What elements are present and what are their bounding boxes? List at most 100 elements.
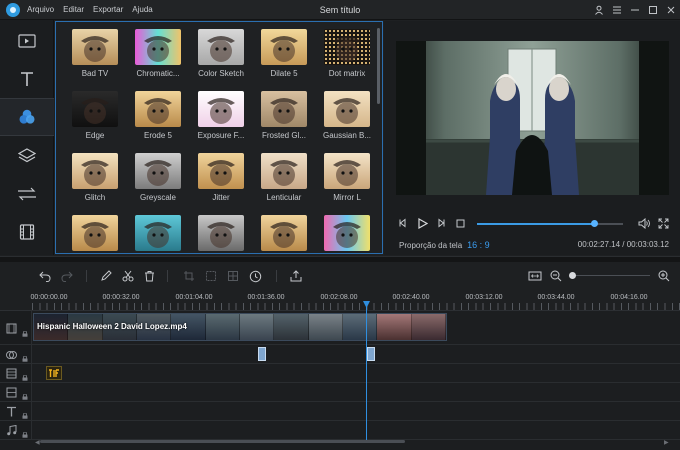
effect-label: Jitter	[212, 193, 230, 202]
effect-thumbnail	[261, 215, 307, 251]
transition-track	[0, 345, 680, 364]
volume-icon[interactable]	[638, 217, 650, 229]
overlay-clip[interactable]	[46, 366, 62, 380]
user-icon[interactable]	[590, 0, 608, 20]
scroll-right-icon[interactable]: ▶	[664, 439, 669, 446]
effect-label: Frosted Gl...	[261, 131, 306, 140]
lock-icon[interactable]	[22, 432, 28, 438]
effect-item[interactable]: Exposure F...	[192, 89, 255, 151]
lock-icon[interactable]	[22, 375, 28, 381]
effect-thumbnail	[72, 91, 118, 127]
effect-thumbnail	[135, 29, 181, 65]
zoom-out-icon[interactable]	[549, 269, 563, 283]
lock-icon[interactable]	[22, 356, 28, 362]
next-frame-icon[interactable]	[435, 217, 447, 229]
lock-icon[interactable]	[22, 394, 28, 400]
fit-icon[interactable]	[528, 269, 542, 283]
pen-icon[interactable]	[99, 269, 113, 283]
close-icon[interactable]	[662, 0, 680, 20]
timeline-scrollbar[interactable]	[40, 440, 405, 443]
crop-icon[interactable]	[182, 269, 196, 283]
film-tab[interactable]	[0, 213, 54, 251]
ruler-label: 00:00:00.00	[30, 294, 68, 301]
mosaic-icon[interactable]	[226, 269, 240, 283]
seek-handle[interactable]	[590, 220, 598, 227]
title-bar: Arquivo Editar Exportar Ajuda Sem título	[0, 0, 680, 20]
effect-item[interactable]: Greyscale	[129, 151, 192, 213]
prev-frame-icon[interactable]	[397, 217, 409, 229]
ruler-label: 00:01:04.00	[175, 294, 213, 301]
play-icon[interactable]	[416, 217, 428, 229]
video-clip[interactable]: Hispanic Halloween 2 David Lopez.mp4	[33, 313, 447, 341]
media-tab[interactable]	[0, 22, 54, 60]
effect-item[interactable]	[255, 213, 318, 253]
effect-item[interactable]: Chromatic...	[129, 27, 192, 89]
cut-icon[interactable]	[121, 269, 135, 283]
effect-item[interactable]: Glitch	[66, 151, 129, 213]
transition-marker[interactable]	[258, 347, 266, 361]
effect-label: Mirror L	[333, 193, 361, 202]
timeline-toolbar	[0, 262, 680, 290]
transition-marker[interactable]	[367, 347, 375, 361]
effect-item[interactable]	[129, 213, 192, 253]
fullscreen-icon[interactable]	[657, 217, 669, 229]
menu-arquivo[interactable]: Arquivo	[27, 5, 54, 14]
split-icon[interactable]	[204, 269, 218, 283]
effect-item[interactable]: Color Sketch	[192, 27, 255, 89]
delete-icon[interactable]	[142, 269, 156, 283]
scroll-left-icon[interactable]: ◀	[35, 439, 40, 446]
effect-label: Exposure F...	[197, 131, 245, 140]
window-controls	[590, 0, 680, 20]
share-icon[interactable]	[289, 269, 303, 283]
overlay-track-icon	[5, 367, 17, 379]
redo-icon[interactable]	[60, 269, 74, 283]
aspect-label: Proporção da tela	[399, 241, 463, 250]
transitions-tab[interactable]	[0, 175, 54, 213]
filter-track	[0, 383, 680, 402]
text-tab[interactable]	[0, 60, 54, 98]
effect-item[interactable]: Bad TV	[66, 27, 129, 89]
seek-bar[interactable]	[477, 220, 623, 227]
menu-ajuda[interactable]: Ajuda	[132, 5, 152, 14]
effects-grid: Bad TV Chromatic... Color Sketch Dilate 5 Do…	[66, 27, 371, 253]
undo-icon[interactable]	[38, 269, 52, 283]
effect-item[interactable]: Erode 5	[129, 89, 192, 151]
effect-item[interactable]: Dilate 5	[255, 27, 318, 89]
minimize-icon[interactable]	[626, 0, 644, 20]
toolbar-separator	[167, 270, 168, 282]
effect-item[interactable]: Lenticular	[255, 151, 318, 213]
filters-tab[interactable]	[0, 98, 54, 136]
aspect-value[interactable]: 16 : 9	[467, 240, 490, 250]
effect-thumbnail	[72, 153, 118, 189]
zoom-slider[interactable]	[573, 275, 650, 276]
effect-item[interactable]	[318, 213, 381, 253]
zoom-in-icon[interactable]	[657, 269, 671, 283]
effects-scrollbar[interactable]	[377, 28, 380, 104]
clip-title: Hispanic Halloween 2 David Lopez.mp4	[37, 322, 187, 331]
effect-item[interactable]: Gaussian B...	[318, 89, 381, 151]
effect-item[interactable]: Jitter	[192, 151, 255, 213]
effect-item[interactable]: Frosted Gl...	[255, 89, 318, 151]
zoom-handle[interactable]	[569, 272, 576, 279]
list-icon[interactable]	[608, 0, 626, 20]
effect-item[interactable]: Mirror L	[318, 151, 381, 213]
maximize-icon[interactable]	[644, 0, 662, 20]
effect-thumbnail	[135, 215, 181, 251]
clock-icon[interactable]	[248, 269, 262, 283]
video-preview[interactable]	[396, 41, 669, 195]
menu-editar[interactable]: Editar	[63, 5, 84, 14]
transitions-icon	[18, 187, 36, 201]
app-logo-icon	[6, 3, 20, 17]
effect-item[interactable]	[192, 213, 255, 253]
lock-icon[interactable]	[22, 413, 28, 419]
playhead[interactable]	[366, 301, 367, 441]
effect-item[interactable]	[66, 213, 129, 253]
ruler-label: 00:03:12.00	[465, 294, 503, 301]
lock-icon[interactable]	[22, 331, 28, 337]
effect-item[interactable]: Dot matrix	[318, 27, 381, 89]
stop-icon[interactable]	[454, 217, 466, 229]
overlay-tab[interactable]	[0, 137, 54, 175]
effect-item[interactable]: Edge	[66, 89, 129, 151]
time-ruler[interactable]: 00:00:00.00 00:00:32.00 00:01:04.00 00:01:3…	[0, 290, 680, 311]
menu-exportar[interactable]: Exportar	[93, 5, 123, 14]
